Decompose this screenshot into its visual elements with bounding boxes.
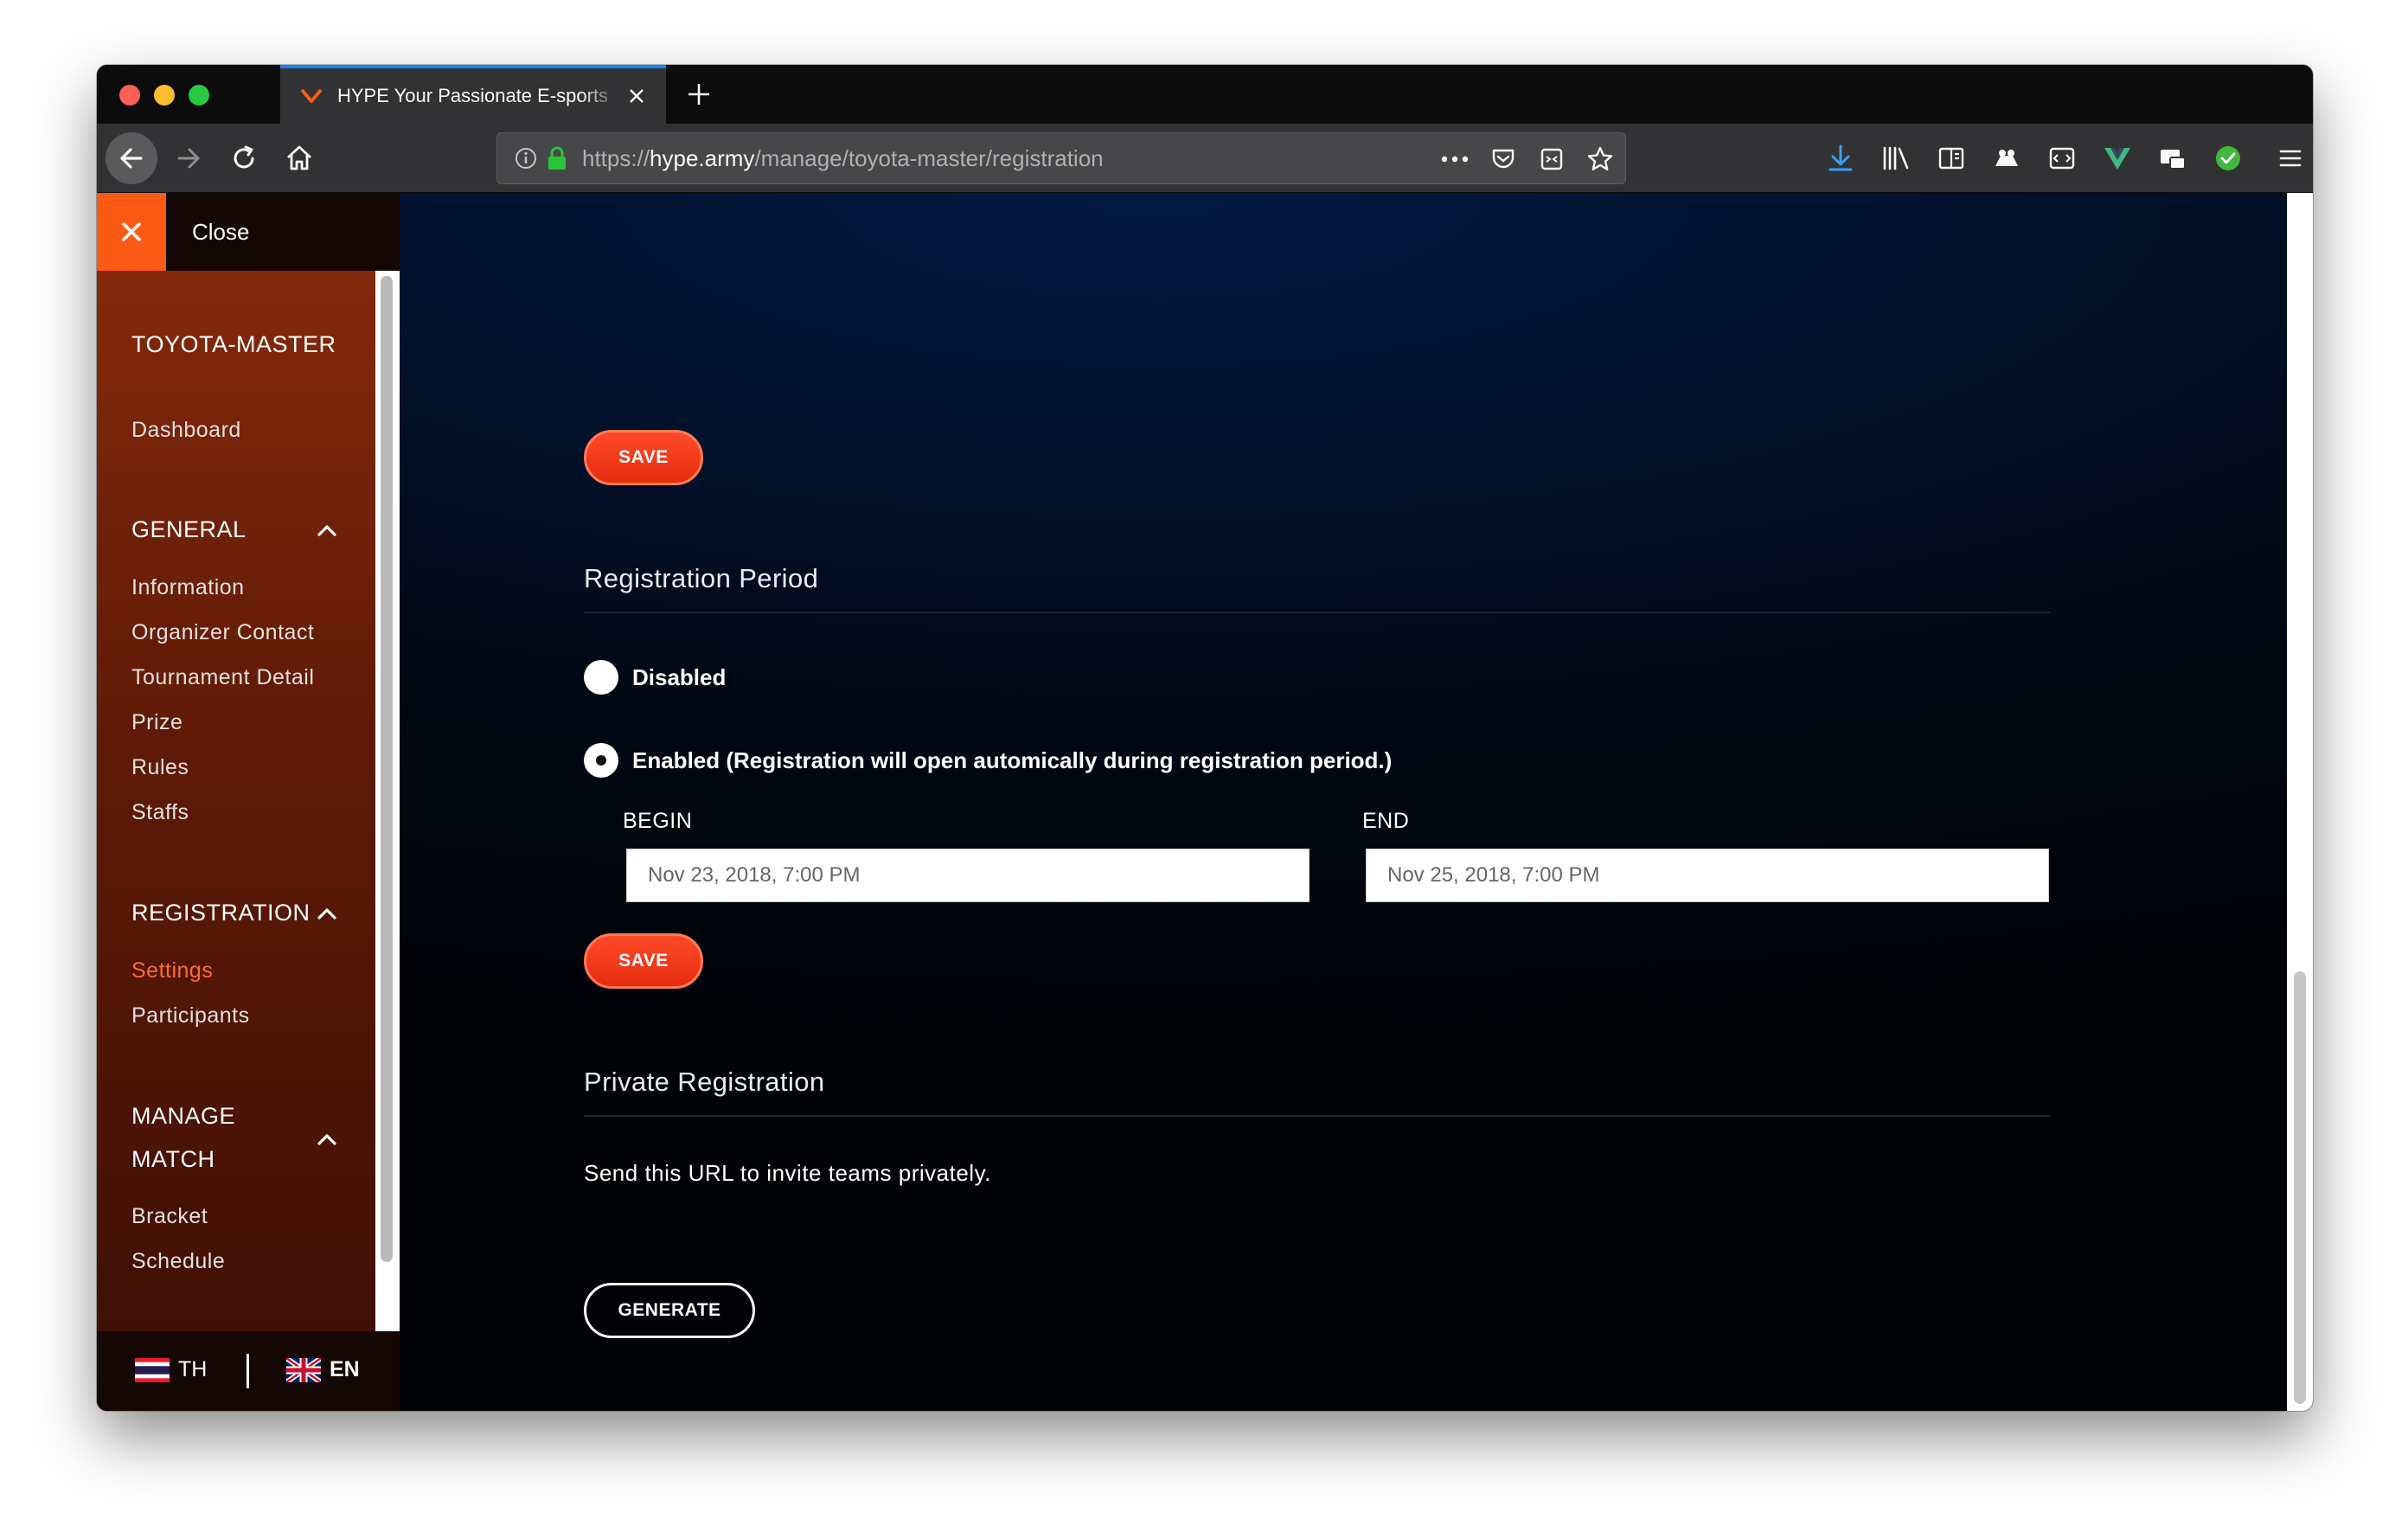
sidebar: Close TOYOTA-MASTER Dashboard GENERAL In…: [97, 193, 400, 1411]
begin-date-input[interactable]: Nov 23, 2018, 7:00 PM: [626, 849, 1310, 902]
checkmark-extension-icon[interactable]: [2211, 141, 2245, 176]
lock-icon[interactable]: [544, 145, 570, 171]
main-content: SAVE Registration Period Disabled Enable…: [400, 193, 2287, 1411]
sidebar-menu: TOYOTA-MASTER Dashboard GENERAL Informat…: [97, 271, 400, 1331]
tab-strip: HYPE Your Passionate E-sports: [97, 65, 2313, 124]
end-label: END: [1362, 809, 1410, 833]
forward-button[interactable]: [171, 141, 206, 176]
url-text[interactable]: https://hype.army/manage/toyota-master/r…: [582, 145, 1104, 172]
pocket-icon[interactable]: [1487, 144, 1520, 175]
registration-period-heading: Registration Period: [584, 563, 819, 593]
code-extension-icon[interactable]: [2045, 141, 2079, 176]
close-tab-icon[interactable]: [624, 84, 649, 108]
radio-disabled[interactable]: Disabled: [584, 660, 726, 695]
more-actions-icon[interactable]: [1438, 144, 1471, 175]
sidebar-item-settings[interactable]: Settings: [131, 958, 213, 984]
sidebar-item-dashboard[interactable]: Dashboard: [131, 418, 241, 443]
chevron-up-icon[interactable]: [315, 901, 339, 926]
sidebar-item-tournament-detail[interactable]: Tournament Detail: [131, 665, 314, 690]
divider: [584, 1115, 2051, 1117]
extension-icon[interactable]: [1989, 141, 2024, 176]
sidebar-item-bracket[interactable]: Bracket: [131, 1204, 208, 1229]
close-sidebar-button[interactable]: [97, 193, 166, 271]
sidebar-close-bar: Close: [97, 193, 400, 271]
section-manage-match-line2[interactable]: MATCH: [131, 1146, 215, 1173]
language-divider: [247, 1354, 249, 1388]
chevron-up-icon[interactable]: [315, 518, 339, 542]
page-viewport: Close TOYOTA-MASTER Dashboard GENERAL In…: [97, 193, 2313, 1411]
nav-toolbar: https://hype.army/manage/toyota-master/r…: [97, 124, 2313, 193]
close-icon: [122, 222, 141, 241]
sidebar-item-information[interactable]: Information: [131, 575, 245, 600]
tab-manager-icon[interactable]: [2155, 141, 2190, 176]
vue-devtools-icon[interactable]: [2100, 141, 2135, 176]
arrow-right-icon: [177, 148, 200, 169]
hype-logo-icon: [299, 84, 323, 108]
sidebar-toggle-icon[interactable]: [1934, 141, 1969, 176]
download-icon[interactable]: [1823, 141, 1858, 176]
tournament-title: TOYOTA-MASTER: [131, 331, 336, 357]
close-label[interactable]: Close: [192, 219, 249, 246]
begin-label: BEGIN: [623, 809, 693, 833]
language-switcher: TH EN: [97, 1331, 400, 1411]
screenshot-icon[interactable]: [1535, 144, 1568, 175]
section-registration[interactable]: REGISTRATION: [131, 900, 311, 926]
library-icon[interactable]: [1879, 141, 1913, 176]
new-tab-icon[interactable]: [683, 79, 714, 110]
language-th[interactable]: TH: [135, 1357, 207, 1382]
divider: [584, 612, 2051, 613]
hamburger-menu-icon[interactable]: [2273, 141, 2308, 176]
radio-enabled[interactable]: Enabled (Registration will open automica…: [584, 743, 1392, 778]
save-period-button[interactable]: SAVE: [584, 933, 703, 989]
address-bar[interactable]: https://hype.army/manage/toyota-master/r…: [496, 132, 1626, 184]
back-button[interactable]: [106, 132, 157, 184]
reload-icon: [234, 145, 254, 169]
sidebar-item-prize[interactable]: Prize: [131, 710, 183, 735]
radio-dot: [596, 755, 606, 766]
thai-flag-icon: [135, 1357, 170, 1382]
window-minimize-button[interactable]: [154, 85, 175, 106]
browser-tab[interactable]: HYPE Your Passionate E-sports: [280, 65, 666, 124]
browser-window: HYPE Your Passionate E-sports https://hy…: [97, 65, 2313, 1411]
radio-button-checked[interactable]: [584, 743, 618, 778]
uk-flag-icon: [286, 1357, 321, 1382]
window-zoom-button[interactable]: [189, 85, 209, 106]
bookmark-star-icon[interactable]: [1584, 144, 1617, 175]
radio-button-unchecked[interactable]: [584, 660, 618, 695]
home-button[interactable]: [282, 141, 317, 176]
tab-title: HYPE Your Passionate E-sports: [337, 85, 609, 106]
sidebar-item-organizer-contact[interactable]: Organizer Contact: [131, 620, 314, 645]
arrow-left-icon: [120, 148, 143, 169]
generate-button[interactable]: GENERATE: [584, 1283, 755, 1338]
section-manage-match-line1[interactable]: MANAGE: [131, 1103, 235, 1130]
window-close-button[interactable]: [119, 85, 140, 106]
language-en-label: EN: [330, 1357, 360, 1381]
radio-disabled-label[interactable]: Disabled: [632, 664, 726, 691]
page-scrollbar-thumb[interactable]: [2294, 971, 2306, 1404]
language-th-label: TH: [178, 1357, 208, 1381]
chevron-up-icon[interactable]: [315, 1127, 339, 1151]
info-icon[interactable]: [513, 145, 539, 171]
private-registration-heading: Private Registration: [584, 1067, 825, 1097]
reload-button[interactable]: [227, 141, 261, 176]
sidebar-item-schedule[interactable]: Schedule: [131, 1249, 225, 1274]
save-button[interactable]: SAVE: [584, 430, 703, 485]
private-registration-description: Send this URL to invite teams privately.: [584, 1160, 991, 1186]
sidebar-item-participants[interactable]: Participants: [131, 1003, 250, 1029]
sidebar-scrollbar-thumb[interactable]: [381, 276, 393, 1262]
sidebar-item-staffs[interactable]: Staffs: [131, 800, 189, 825]
end-date-input[interactable]: Nov 25, 2018, 7:00 PM: [1366, 849, 2049, 902]
section-general[interactable]: GENERAL: [131, 516, 247, 543]
url-actions: [1438, 144, 1617, 175]
home-icon: [287, 145, 311, 170]
radio-enabled-label[interactable]: Enabled (Registration will open automica…: [632, 747, 1392, 774]
sidebar-item-rules[interactable]: Rules: [131, 755, 189, 780]
language-en[interactable]: EN: [286, 1357, 360, 1382]
